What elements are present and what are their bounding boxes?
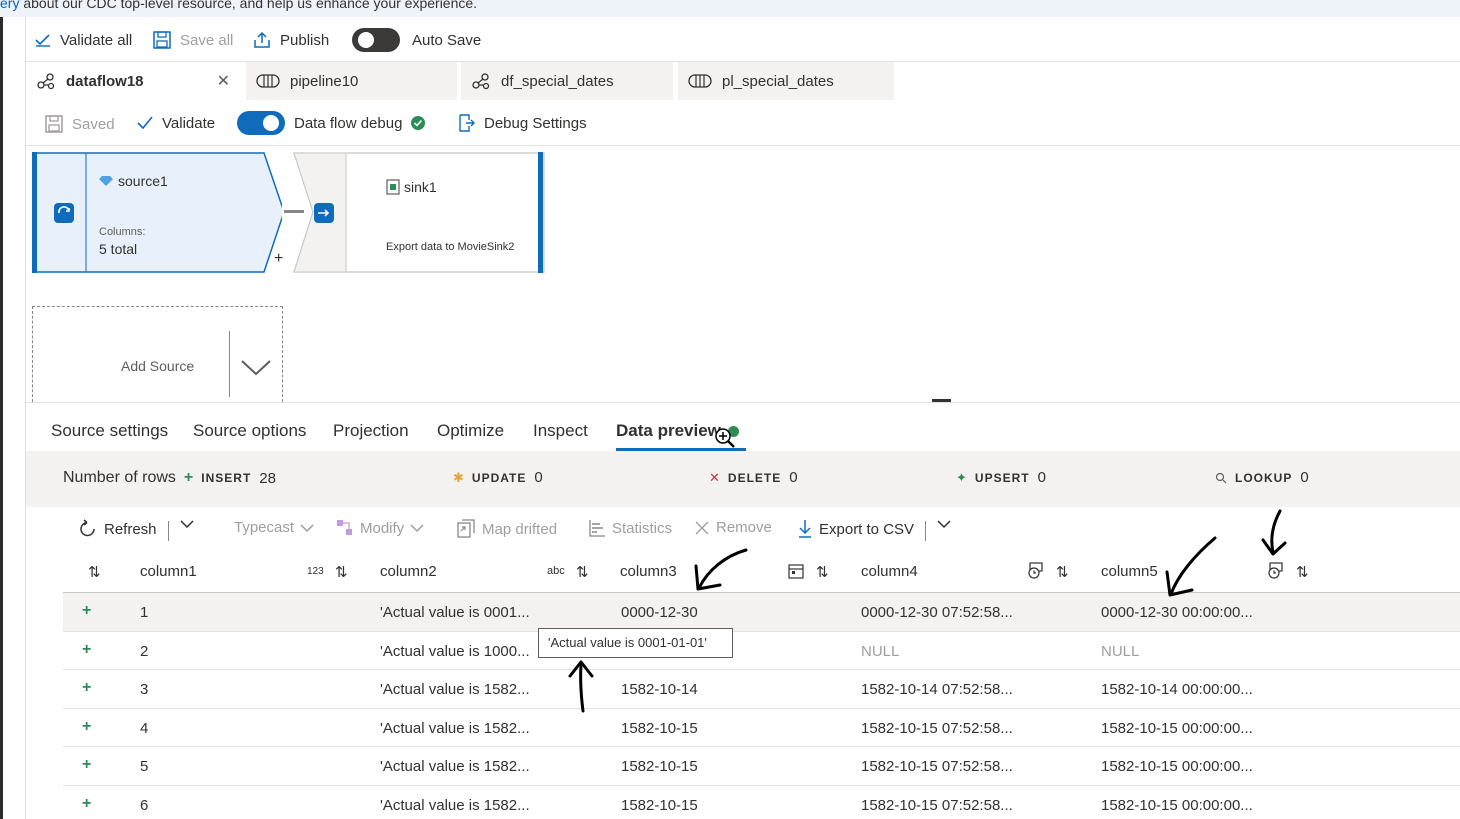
annotation-arrows (568, 509, 1287, 713)
